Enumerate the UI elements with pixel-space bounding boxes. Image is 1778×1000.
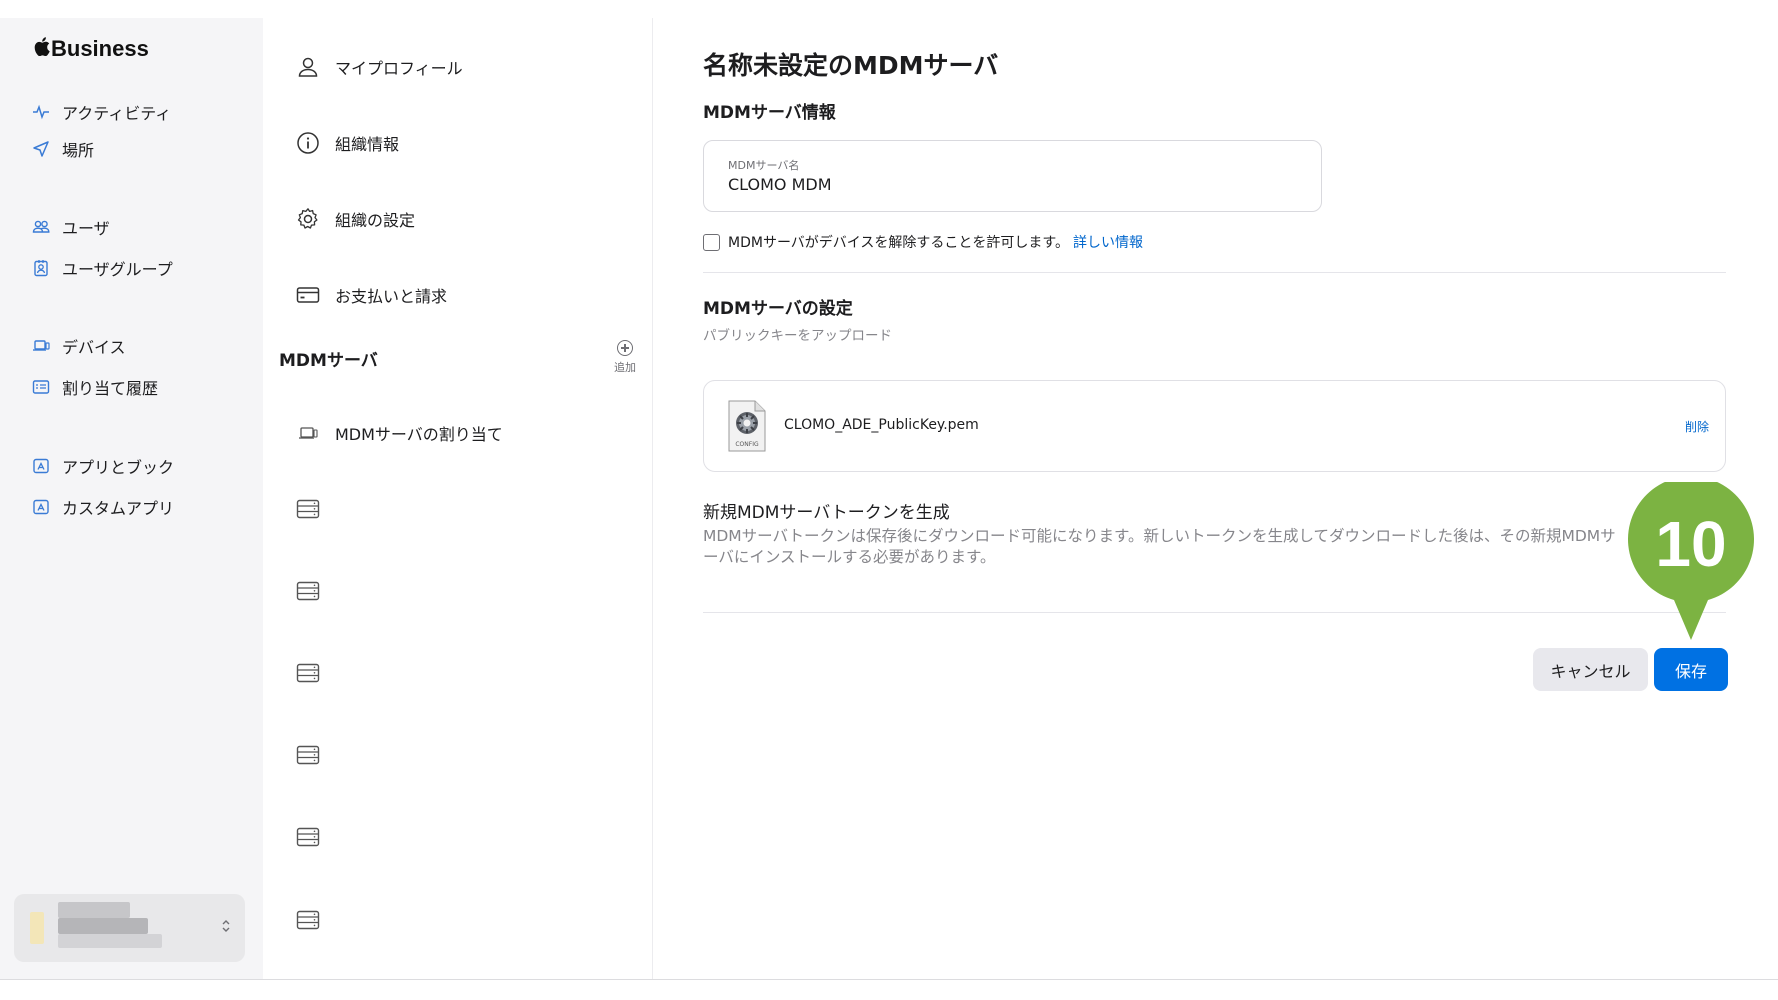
mdm-info-heading: MDMサーバ情報 xyxy=(703,103,836,123)
mdm-server-row-icon[interactable] xyxy=(295,907,321,933)
mdm-server-name-field[interactable]: MDMサーバ名 xyxy=(703,140,1322,212)
settings-menu: マイプロフィール 組織情報 組織の設定 お支払いと請求 MDMサーバ 追加 MD… xyxy=(263,18,653,980)
app-store-icon xyxy=(33,499,49,515)
device-laptop-icon xyxy=(33,340,50,351)
menu-item-label: MDMサーバの割り当て xyxy=(335,425,503,444)
menu-item-org-info[interactable]: 組織情報 xyxy=(295,130,399,156)
mdm-settings-heading: MDMサーバの設定 xyxy=(703,299,853,319)
add-label: 追加 xyxy=(614,361,636,374)
sidebar-item-label: 割り当て履歴 xyxy=(62,379,159,398)
users-icon xyxy=(32,220,50,233)
save-button[interactable]: 保存 xyxy=(1654,648,1728,691)
account-switcher[interactable] xyxy=(14,894,245,962)
delete-file-link[interactable]: 削除 xyxy=(1685,418,1709,435)
menu-item-label: マイプロフィール xyxy=(335,59,463,78)
sidebar-item-label: ユーザグループ xyxy=(62,260,173,279)
mdm-server-name-input[interactable] xyxy=(728,175,1288,194)
mdm-servers-heading: MDMサーバ xyxy=(279,351,378,371)
sidebar-item-label: アクティビティ xyxy=(62,104,172,123)
menu-item-org-settings[interactable]: 組織の設定 xyxy=(295,206,415,232)
sidebar-item-devices[interactable]: デバイス xyxy=(32,334,126,358)
sidebar-item-custom-apps[interactable]: カスタムアプリ xyxy=(32,495,174,519)
sidebar-item-label: ユーザ xyxy=(62,219,110,238)
gear-icon xyxy=(295,206,321,232)
sidebar-item-label: カスタムアプリ xyxy=(62,499,175,518)
allow-release-checkbox[interactable] xyxy=(703,233,720,251)
mdm-server-row-icon[interactable] xyxy=(295,496,321,522)
brand-name: Business xyxy=(51,36,149,61)
mdm-server-row-icon[interactable] xyxy=(295,578,321,604)
mdm-server-row-icon[interactable] xyxy=(295,824,321,850)
menu-item-label: 組織の設定 xyxy=(335,211,416,230)
activity-icon xyxy=(33,104,49,120)
sidebar-item-apps-and-books[interactable]: アプリとブック xyxy=(32,454,174,478)
divider xyxy=(703,612,1726,613)
token-description: MDMサーバトークンは保存後にダウンロード可能になります。新しいトークンを生成し… xyxy=(703,527,1616,566)
chevron-updown-icon xyxy=(221,918,231,935)
checkbox-label: MDMサーバがデバイスを解除することを許可します。 xyxy=(728,235,1069,251)
apple-business-logo[interactable]: Business xyxy=(34,36,149,62)
plus-circle-icon xyxy=(617,340,633,356)
app-store-icon xyxy=(33,458,49,474)
sidebar-item-label: 場所 xyxy=(62,141,95,160)
account-name-redacted xyxy=(58,902,130,918)
menu-item-billing[interactable]: お支払いと請求 xyxy=(295,282,447,308)
sidebar-item-assignment-history[interactable]: 割り当て履歴 xyxy=(32,375,158,399)
cancel-button[interactable]: キャンセル xyxy=(1533,648,1648,691)
credit-card-icon xyxy=(295,282,321,308)
window-bottom-edge xyxy=(0,979,1778,980)
sidebar: Business アクティビティ 場所 ユーザ ユーザグループ デバイス 割り当… xyxy=(0,18,263,980)
device-laptop-icon xyxy=(295,420,321,446)
token-heading: 新規MDMサーバトークンを生成 xyxy=(703,503,950,523)
mdm-server-detail: 名称未設定のMDMサーバ MDMサーバ情報 MDMサーバ名 MDMサーバがデバイ… xyxy=(654,18,1778,980)
allow-release-row: MDMサーバがデバイスを解除することを許可します。 詳しい情報 xyxy=(703,232,1143,252)
mdm-server-row-icon[interactable] xyxy=(295,742,321,768)
sidebar-item-activity[interactable]: アクティビティ xyxy=(32,100,171,124)
config-file-icon: CONFIG xyxy=(726,399,768,453)
person-icon xyxy=(295,54,321,80)
svg-text:CONFIG: CONFIG xyxy=(735,441,759,448)
apple-logo-icon xyxy=(34,36,50,62)
sidebar-item-locations[interactable]: 場所 xyxy=(32,137,94,161)
location-arrow-icon xyxy=(33,141,49,157)
sidebar-item-users[interactable]: ユーザ xyxy=(32,215,110,239)
sidebar-item-label: アプリとブック xyxy=(62,458,175,477)
step-number: 10 xyxy=(1655,508,1726,580)
info-icon xyxy=(295,130,321,156)
mdm-server-row-icon[interactable] xyxy=(295,660,321,686)
learn-more-link[interactable]: 詳しい情報 xyxy=(1073,232,1143,252)
page-title: 名称未設定のMDMサーバ xyxy=(703,51,999,80)
upload-hint: パブリックキーをアップロード xyxy=(703,328,892,344)
divider xyxy=(703,272,1726,273)
sidebar-item-label: デバイス xyxy=(62,338,126,357)
menu-item-my-profile[interactable]: マイプロフィール xyxy=(295,54,463,80)
user-group-icon xyxy=(34,260,48,277)
assignment-history-icon xyxy=(32,380,50,394)
field-label: MDMサーバ名 xyxy=(728,159,800,172)
file-name: CLOMO_ADE_PublicKey.pem xyxy=(784,417,979,433)
sidebar-item-user-groups[interactable]: ユーザグループ xyxy=(32,256,173,280)
menu-item-mdm-assignment[interactable]: MDMサーバの割り当て xyxy=(295,420,503,446)
menu-item-label: お支払いと請求 xyxy=(335,287,448,306)
step-marker-balloon: 10 xyxy=(1626,476,1756,642)
menu-item-label: 組織情報 xyxy=(335,135,400,154)
add-mdm-server-button[interactable]: 追加 xyxy=(607,340,643,375)
avatar xyxy=(30,912,44,944)
public-key-file-card: CONFIG CLOMO_ADE_PublicKey.pem 削除 xyxy=(703,380,1726,472)
